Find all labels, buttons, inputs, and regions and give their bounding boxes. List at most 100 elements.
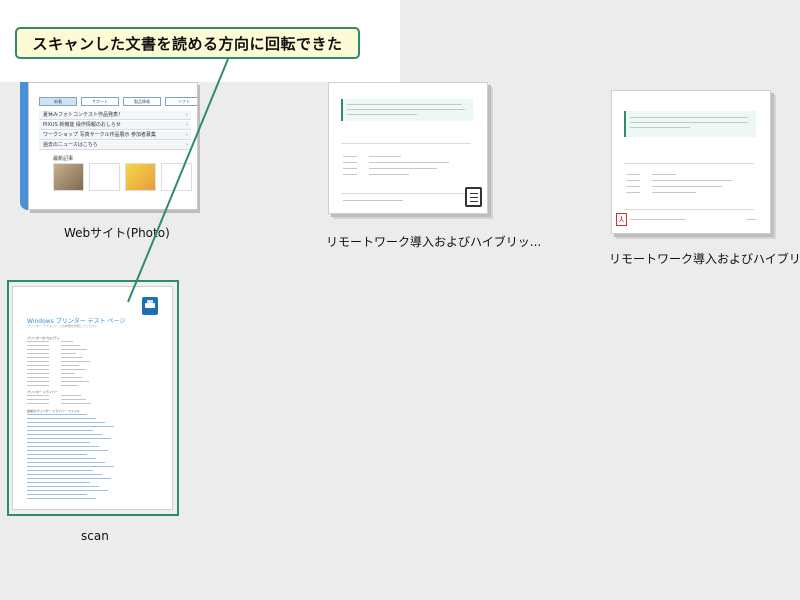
scan-text-line	[27, 434, 102, 435]
scan-text-line	[61, 345, 80, 346]
preview-news-text: 過去のニュースはこちら	[43, 142, 98, 148]
preview-tab: ソフト	[165, 97, 197, 106]
note-icon	[465, 187, 482, 207]
doc-divider	[341, 193, 471, 194]
doc-text-line	[343, 168, 357, 169]
scan-text-line	[27, 474, 102, 475]
scan-page-preview: Windows プリンター テスト ページ プリンター テスト ページの詳細を参…	[12, 286, 173, 510]
doc-text-line	[343, 174, 357, 175]
doc-text-line	[626, 174, 640, 175]
scan-text-line	[27, 353, 49, 354]
scan-text-line	[61, 399, 86, 400]
chevron-right-icon: ›	[186, 142, 188, 148]
file-name-label[interactable]: Webサイト(Photo)	[64, 224, 170, 241]
thumbnail-webpage-photo[interactable]: 新着 サポート 製品情報 ソフト 夏休みフォトコンテスト作品発表！ › PIXUS…	[20, 82, 198, 214]
doc-text-line	[347, 109, 465, 110]
scan-text-line	[27, 430, 93, 431]
preview-tab: サポート	[81, 97, 119, 106]
preview-image-row	[53, 163, 192, 191]
doc-text-line	[347, 104, 462, 105]
preview-news-text: ワークショップ 写真サークル作品展示 参加者募集	[43, 132, 157, 138]
doc-text-line	[652, 186, 722, 187]
scan-text-line	[27, 426, 114, 427]
preview-news-text: 夏休みフォトコンテスト作品発表！	[43, 112, 124, 118]
doc-text-line	[630, 122, 748, 123]
scan-text-line	[61, 395, 81, 396]
doc-text-line	[652, 174, 676, 175]
doc-text-line	[630, 127, 690, 128]
doc-text-line	[369, 156, 401, 157]
doc-text-line	[626, 186, 640, 187]
scan-text-line	[27, 466, 114, 467]
scan-text-line	[27, 494, 87, 495]
scan-text-line	[27, 446, 99, 447]
scan-text-line	[27, 442, 90, 443]
scan-text-line	[27, 365, 49, 366]
scan-text-line	[27, 414, 87, 415]
chevron-right-icon: ›	[186, 112, 188, 118]
scan-section-heading: プリンターのプロパティ	[27, 336, 60, 340]
scan-text-line	[27, 381, 49, 382]
doc-divider	[624, 163, 754, 164]
scan-text-line	[61, 385, 78, 386]
scan-section-heading: 追加のプリンター ドライバー ファイル	[27, 409, 80, 413]
doc-text-line	[652, 180, 732, 181]
scan-text-line	[61, 349, 87, 350]
scan-section-heading: プリンター ドライバー	[27, 390, 58, 394]
doc-divider	[624, 209, 754, 210]
thumbnail-document-1[interactable]	[328, 82, 488, 214]
scan-text-line	[27, 490, 108, 491]
scan-text-line	[61, 369, 86, 370]
doc-text-line	[343, 200, 403, 201]
scan-text-line	[61, 353, 76, 354]
doc-text-line	[626, 180, 640, 181]
pdf-icon: ⅄	[616, 213, 627, 226]
scan-text-line	[61, 357, 83, 358]
doc-summary-box	[624, 111, 756, 137]
scan-text-line	[27, 369, 49, 370]
scan-text-line	[27, 450, 108, 451]
thumbnail-document-2[interactable]: ⅄	[611, 90, 771, 234]
doc-text-line	[630, 219, 686, 220]
doc-text-line	[347, 114, 417, 115]
preview-image	[125, 163, 156, 191]
scan-text-line	[27, 345, 49, 346]
scan-text-line	[61, 361, 90, 362]
scan-text-line	[27, 418, 96, 419]
chevron-right-icon: ›	[186, 132, 188, 138]
chevron-right-icon: ›	[186, 122, 188, 128]
scan-text-line	[27, 438, 111, 439]
file-name-label[interactable]: リモートワーク導入およびハイブリッ...	[609, 250, 800, 267]
scan-text-line	[61, 381, 89, 382]
preview-news-bar: PIXUS 新機能 操作情報のおしらせ ›	[39, 121, 191, 130]
scan-text-line	[27, 377, 49, 378]
doc-text-line	[746, 219, 756, 220]
preview-tab: 製品情報	[123, 97, 161, 106]
scan-text-line	[27, 454, 87, 455]
preview-tabs: 新着 サポート 製品情報 ソフト	[39, 97, 197, 106]
doc-text-line	[343, 156, 357, 157]
file-name-label[interactable]: scan	[81, 529, 109, 543]
preview-news-text: PIXUS 新機能 操作情報のおしらせ	[43, 122, 121, 128]
scan-text-line	[27, 486, 99, 487]
printer-icon	[142, 297, 158, 315]
scan-doc-subtitle: プリンター テスト ページの詳細を参照してください	[27, 324, 98, 328]
preview-tab: 新着	[39, 97, 77, 106]
scan-text-line	[61, 341, 73, 342]
preview-news-bar: 過去のニュースはこちら ›	[39, 141, 191, 150]
preview-image	[53, 163, 84, 191]
preview-section-title: 最新記事	[53, 156, 74, 162]
scan-text-line	[27, 482, 90, 483]
doc-text-line	[369, 162, 449, 163]
scan-text-line	[27, 422, 105, 423]
doc-text-line	[630, 117, 748, 118]
doc-text-line	[626, 192, 640, 193]
scan-text-line	[27, 349, 49, 350]
file-name-label[interactable]: リモートワーク導入およびハイブリッ...	[326, 233, 541, 250]
scan-text-line	[61, 365, 79, 366]
scan-text-line	[27, 395, 49, 396]
scan-text-line	[27, 470, 93, 471]
doc-text-line	[343, 162, 357, 163]
scan-text-line	[27, 373, 49, 374]
scan-text-line	[27, 357, 49, 358]
